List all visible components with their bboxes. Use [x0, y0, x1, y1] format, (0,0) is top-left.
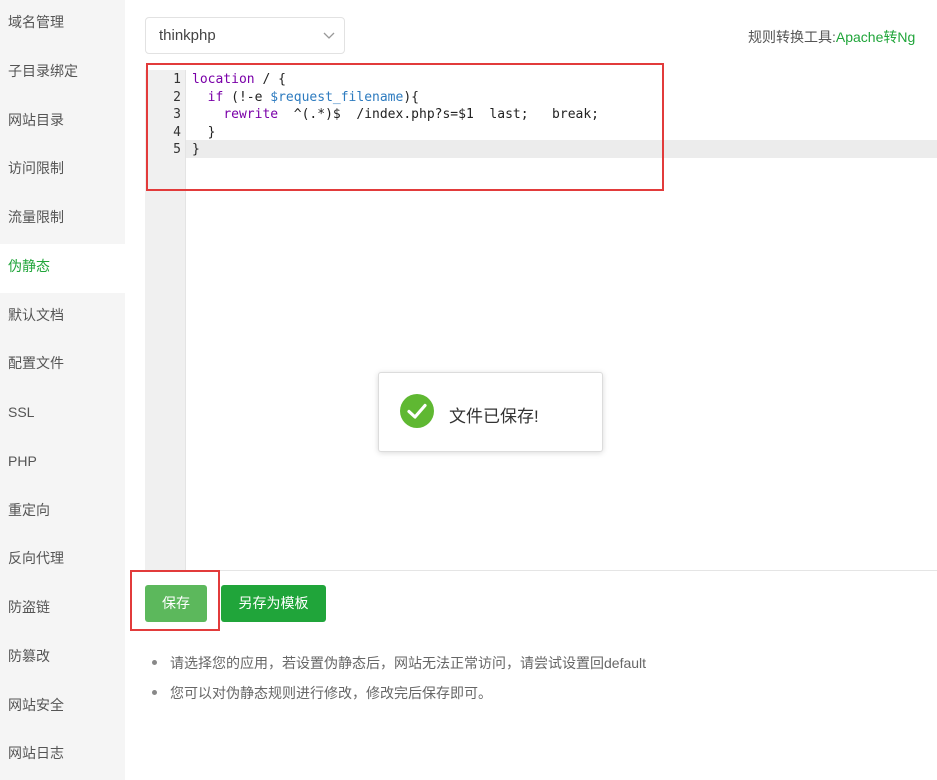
sidebar: 域名管理 子目录绑定 网站目录 访问限制 流量限制 伪静态 默认文档 配置文件 …: [0, 0, 125, 780]
sidebar-item-redirect[interactable]: 重定向: [0, 488, 125, 537]
sidebar-item-access-limit[interactable]: 访问限制: [0, 146, 125, 195]
code-token: location: [192, 72, 255, 87]
sidebar-item-php[interactable]: PHP: [0, 439, 125, 488]
chevron-down-icon: [323, 32, 335, 39]
check-circle-icon: [400, 394, 434, 428]
line-number: 3: [173, 107, 181, 122]
converter-tool: 规则转换工具:Apache转Ng: [748, 27, 915, 47]
template-select[interactable]: thinkphp: [145, 17, 345, 54]
code-line-2[interactable]: if (!-e $request_filename){: [192, 89, 937, 107]
sidebar-item-domain[interactable]: 域名管理: [0, 0, 125, 49]
template-select-value: thinkphp: [159, 27, 216, 44]
line-number-gutter: 1 2 3 4 5: [145, 70, 186, 570]
code-token: $request_filename: [270, 90, 404, 105]
code-line-5[interactable]: }: [192, 141, 937, 159]
save-as-template-button[interactable]: 另存为模板: [221, 585, 326, 622]
sidebar-item-subdirectory[interactable]: 子目录绑定: [0, 49, 125, 98]
converter-label: 规则转换工具:: [748, 29, 836, 45]
tips-list: 请选择您的应用，若设置伪静态后，网站无法正常访问，请尝试设置回default 您…: [150, 652, 646, 712]
apache-to-nginx-link[interactable]: Apache转Ng: [836, 29, 915, 45]
sidebar-item-site-log[interactable]: 网站日志: [0, 731, 125, 780]
sidebar-item-hotlink[interactable]: 防盗链: [0, 585, 125, 634]
save-button[interactable]: 保存: [145, 585, 207, 622]
code-token: rewrite: [223, 107, 279, 122]
toast-message: 文件已保存!: [449, 407, 539, 426]
tip-item: 请选择您的应用，若设置伪静态后，网站无法正常访问，请尝试设置回default: [150, 652, 646, 682]
code-line-4[interactable]: }: [192, 124, 937, 142]
sidebar-item-ssl[interactable]: SSL: [0, 390, 125, 439]
line-number: 2: [173, 90, 181, 105]
line-number: 4: [173, 125, 181, 140]
code-token: if: [207, 90, 224, 105]
code-line-3[interactable]: rewrite ^(.*)$ /index.php?s=$1 last; bre…: [192, 106, 937, 124]
sidebar-item-site-security[interactable]: 网站安全: [0, 683, 125, 732]
tip-item: 您可以对伪静态规则进行修改，修改完后保存即可。: [150, 682, 646, 712]
sidebar-item-rewrite[interactable]: 伪静态: [0, 244, 125, 293]
sidebar-item-traffic-limit[interactable]: 流量限制: [0, 195, 125, 244]
line-number: 5: [173, 142, 181, 157]
sidebar-item-site-directory[interactable]: 网站目录: [0, 98, 125, 147]
sidebar-item-reverse-proxy[interactable]: 反向代理: [0, 536, 125, 585]
sidebar-item-default-doc[interactable]: 默认文档: [0, 293, 125, 342]
sidebar-item-config-file[interactable]: 配置文件: [0, 341, 125, 390]
line-number: 1: [173, 72, 181, 87]
code-line-1[interactable]: location / {: [192, 71, 937, 89]
rewrite-code-editor[interactable]: 1 2 3 4 5 location / { if (!-e $request_…: [145, 70, 937, 571]
sidebar-item-tamper-proof[interactable]: 防篡改: [0, 634, 125, 683]
saved-toast: 文件已保存!: [378, 372, 603, 452]
